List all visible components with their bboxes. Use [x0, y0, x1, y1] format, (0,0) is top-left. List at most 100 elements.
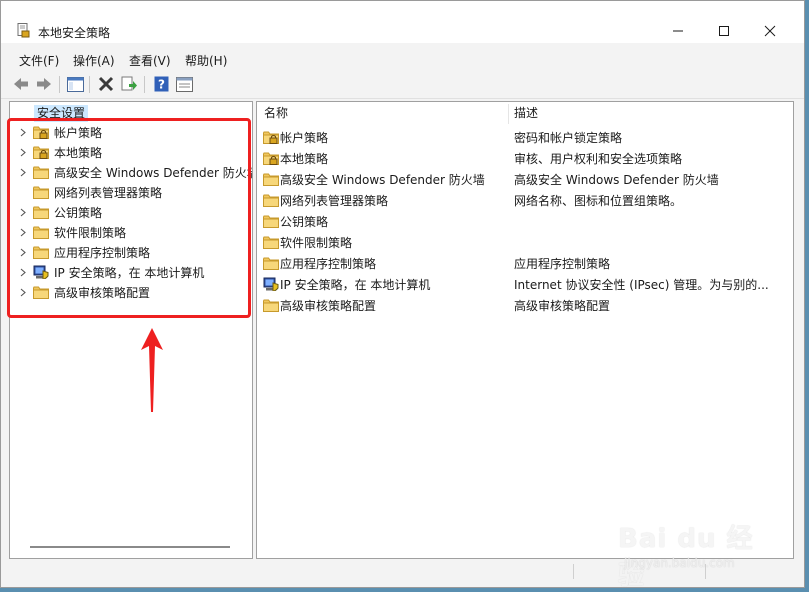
tree-item[interactable]: 高级审核策略配置 — [10, 282, 252, 302]
horizontal-scrollbar[interactable] — [30, 546, 230, 548]
list-row-description: 审核、用户权利和安全选项策略 — [514, 152, 683, 166]
chevron-right-icon[interactable] — [18, 288, 27, 297]
column-header-name[interactable]: 名称 — [264, 102, 288, 124]
forward-button[interactable] — [35, 75, 53, 93]
watermark-main-text: Bai du 经验 — [618, 524, 754, 591]
watermark-sub-text: jingyan.baidu.com — [624, 556, 735, 570]
tree-item-label: 高级审核策略配置 — [54, 286, 151, 300]
list-row[interactable]: 网络列表管理器策略 网络名称、图标和位置组策略。 — [257, 190, 793, 211]
menu-file[interactable]: 文件(F) — [19, 52, 59, 69]
list-row-name: 高级审核策略配置 — [280, 299, 377, 313]
delete-button[interactable] — [97, 75, 115, 93]
list-row[interactable]: 高级审核策略配置 高级审核策略配置 — [257, 295, 793, 316]
tree-item-label: 软件限制策略 — [54, 226, 127, 240]
list-row-description: 应用程序控制策略 — [514, 257, 611, 271]
window-title: 本地安全策略 — [38, 26, 111, 40]
annotation-arrow-icon — [141, 328, 163, 412]
column-separator[interactable] — [508, 104, 509, 124]
tree-item[interactable]: 软件限制策略 — [10, 222, 252, 242]
help-button[interactable]: ? — [152, 75, 170, 93]
list-row[interactable]: 高级安全 Windows Defender 防火墙 高级安全 Windows De… — [257, 169, 793, 190]
toolbar: ? — [1, 71, 804, 99]
list-row-description: 高级审核策略配置 — [514, 299, 611, 313]
list-row-description: 网络名称、图标和位置组策略。 — [514, 194, 683, 208]
chevron-right-icon[interactable] — [18, 168, 27, 177]
folder-icon — [33, 186, 49, 199]
folder-lock-icon — [33, 146, 49, 159]
list-row-name: 应用程序控制策略 — [280, 257, 377, 271]
folder-icon — [263, 236, 279, 249]
list-row-name: IP 安全策略，在 本地计算机 — [280, 278, 431, 292]
maximize-button[interactable] — [701, 16, 747, 46]
list-row-description: 密码和帐户锁定策略 — [514, 131, 623, 145]
ip-security-icon — [263, 277, 279, 291]
list-row-name: 高级安全 Windows Defender 防火墙 — [280, 173, 485, 187]
tree-item-label: 网络列表管理器策略 — [54, 186, 163, 200]
title-bar[interactable]: 本地安全策略 — [1, 1, 804, 43]
list-row[interactable]: 帐户策略 密码和帐户锁定策略 — [257, 127, 793, 148]
chevron-right-icon[interactable] — [18, 208, 27, 217]
chevron-right-icon[interactable] — [18, 228, 27, 237]
close-button[interactable] — [747, 16, 793, 46]
baidu-watermark: Bai du 经验 jingyan.baidu.com — [618, 518, 768, 591]
list-row[interactable]: 应用程序控制策略 应用程序控制策略 — [257, 253, 793, 274]
chevron-right-icon[interactable] — [18, 148, 27, 157]
toolbar-separator — [144, 76, 145, 93]
tree-pane[interactable]: 安全设置 帐户策略本地策略高级安全 Windows Defender 防火墙网络… — [9, 101, 253, 559]
folder-icon — [33, 206, 49, 219]
list-row-description: 高级安全 Windows Defender 防火墙 — [514, 173, 719, 187]
tree-item[interactable]: 本地策略 — [10, 142, 252, 162]
show-hide-tree-button[interactable] — [66, 75, 84, 93]
chevron-right-icon[interactable] — [18, 268, 27, 277]
list-row-description: Internet 协议安全性 (IPsec) 管理。为与别的... — [514, 278, 769, 292]
folder-icon — [263, 299, 279, 312]
list-pane[interactable]: 名称 描述 帐户策略 密码和帐户锁定策略本地策略 审核、用户权利和安全选项策略高级安… — [256, 101, 794, 559]
list-row-name: 软件限制策略 — [280, 236, 353, 250]
list-row[interactable]: 公钥策略 — [257, 211, 793, 232]
tree-item-label: 应用程序控制策略 — [54, 246, 151, 260]
help-icon: ? — [154, 76, 168, 92]
folder-icon — [33, 226, 49, 239]
menu-action[interactable]: 操作(A) — [73, 52, 115, 69]
chevron-right-icon[interactable] — [18, 248, 27, 257]
tree-item[interactable]: 帐户策略 — [10, 122, 252, 142]
column-header-description[interactable]: 描述 — [514, 102, 538, 124]
properties-button[interactable] — [175, 75, 193, 93]
minimize-button[interactable] — [655, 16, 701, 46]
tree-item[interactable]: 高级安全 Windows Defender 防火墙 — [10, 162, 252, 182]
forward-icon — [37, 78, 51, 90]
back-button[interactable] — [12, 75, 30, 93]
show-hide-tree-icon — [66, 76, 84, 92]
security-policy-app-icon — [17, 23, 30, 38]
folder-icon — [263, 215, 279, 228]
tree-item[interactable]: 公钥策略 — [10, 202, 252, 222]
list-row-name: 本地策略 — [280, 152, 329, 166]
list-row[interactable]: 本地策略 审核、用户权利和安全选项策略 — [257, 148, 793, 169]
menu-bar: 文件(F) 操作(A) 查看(V) 帮助(H) — [1, 49, 804, 69]
tree-root-security-settings[interactable]: 安全设置 — [34, 105, 89, 122]
menu-help[interactable]: 帮助(H) — [185, 52, 227, 69]
chevron-right-icon[interactable] — [18, 128, 27, 137]
tree-item[interactable]: IP 安全策略，在 本地计算机 — [10, 262, 252, 282]
maximize-icon — [719, 26, 729, 36]
folder-icon — [33, 166, 49, 179]
tree-item-label: 公钥策略 — [54, 206, 103, 220]
minimize-icon — [673, 30, 683, 32]
list-row[interactable]: 软件限制策略 — [257, 232, 793, 253]
tree-item-label: IP 安全策略，在 本地计算机 — [54, 266, 205, 280]
tree-item[interactable]: 应用程序控制策略 — [10, 242, 252, 262]
folder-lock-icon — [263, 131, 279, 144]
ip-security-icon — [33, 265, 49, 279]
menu-view[interactable]: 查看(V) — [129, 52, 171, 69]
list-row-name: 网络列表管理器策略 — [280, 194, 389, 208]
list-row[interactable]: IP 安全策略，在 本地计算机 Internet 协议安全性 (IPsec) 管理… — [257, 274, 793, 295]
folder-icon — [263, 173, 279, 186]
list-row-name: 帐户策略 — [280, 131, 329, 145]
tree-item[interactable]: 网络列表管理器策略 — [10, 182, 252, 202]
export-button[interactable] — [120, 75, 138, 93]
folder-lock-icon — [263, 152, 279, 165]
toolbar-separator — [89, 76, 90, 93]
delete-icon — [98, 76, 114, 92]
local-security-policy-window: 本地安全策略 文件(F) 操作(A) 查看(V) 帮助(H) ? 安全设置 帐户… — [0, 0, 805, 588]
tree-item-label: 本地策略 — [54, 146, 103, 160]
